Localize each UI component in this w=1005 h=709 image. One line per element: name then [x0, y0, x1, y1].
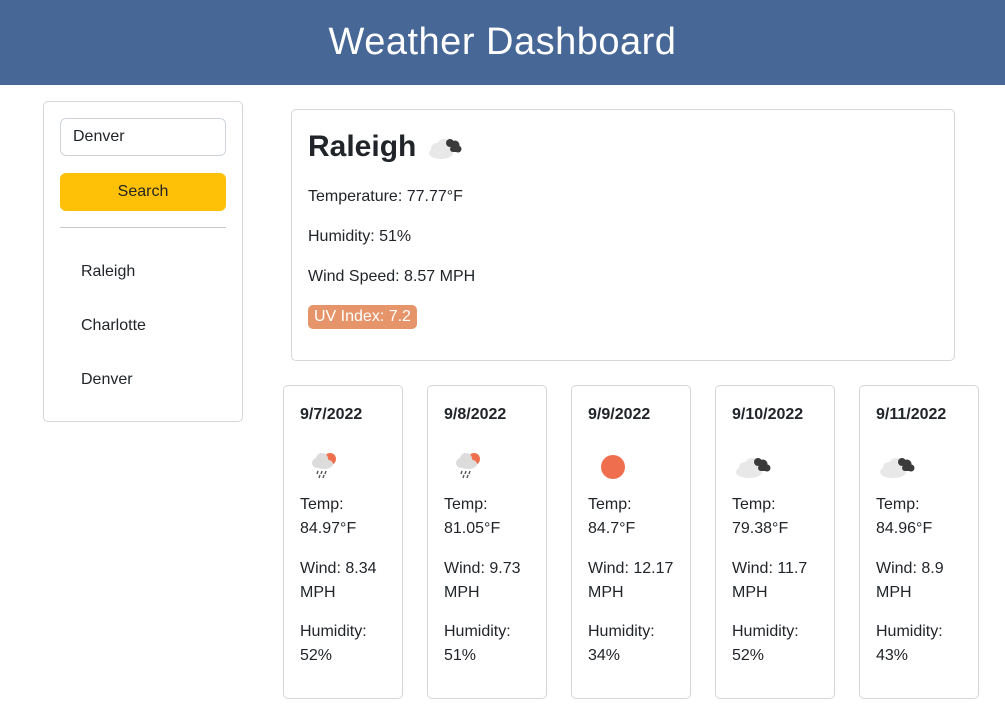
forecast-humidity-label: Humidity: [588, 623, 655, 640]
forecast-temp: 84.7°F [588, 520, 636, 537]
forecast-wind-unit: MPH [300, 584, 336, 601]
page-header: Weather Dashboard [0, 0, 1005, 85]
forecast-wind-unit: MPH [588, 584, 624, 601]
broken-clouds-icon [429, 139, 462, 159]
forecast-date: 9/7/2022 [300, 406, 363, 423]
search-history-list: Raleigh Charlotte Denver [44, 228, 242, 407]
search-panel: Search Raleigh Charlotte Denver [43, 101, 243, 422]
current-wind-speed: Wind Speed: 8.57 MPH [308, 268, 476, 285]
forecast-card: 9/7/2022 Temp: 84.97°F Wind: 8.34 MPH Hu… [283, 385, 403, 699]
search-button[interactable]: Search [60, 173, 226, 211]
forecast-temp-label: Temp: [444, 496, 488, 513]
forecast-temp: 81.05°F [444, 520, 501, 537]
forecast-temp: 84.97°F [300, 520, 357, 537]
forecast-wind: Wind: 12.17 [588, 560, 674, 577]
forecast-card: 9/11/2022 Temp: 84.96°F Wind: 8.9 MPH Hu… [859, 385, 979, 699]
page-title: Weather Dashboard [328, 21, 677, 63]
forecast-humidity: 52% [732, 647, 765, 664]
forecast-wind-unit: MPH [444, 584, 480, 601]
rain-sun-icon [456, 453, 480, 479]
forecast-humidity-label: Humidity: [300, 623, 367, 640]
forecast-wind: Wind: 8.34 [300, 560, 377, 577]
forecast-card: 9/10/2022 Temp: 79.38°F Wind: 11.7 MPH H… [715, 385, 835, 699]
forecast-wind-unit: MPH [732, 584, 768, 601]
history-item-denver[interactable]: Denver [44, 353, 242, 407]
current-city-name: Raleigh [308, 130, 417, 163]
forecast-humidity: 51% [444, 647, 477, 664]
forecast-temp-label: Temp: [300, 496, 344, 513]
forecast-temp-label: Temp: [588, 496, 632, 513]
uv-index-badge: UV Index: 7.2 [308, 305, 417, 329]
forecast-humidity: 52% [300, 647, 333, 664]
forecast-temp-label: Temp: [876, 496, 920, 513]
forecast-temp: 79.38°F [732, 520, 789, 537]
history-item-raleigh[interactable]: Raleigh [44, 245, 242, 299]
current-humidity: Humidity: 51% [308, 228, 412, 245]
broken-clouds-icon [736, 458, 771, 478]
forecast-temp-label: Temp: [732, 496, 776, 513]
forecast-date: 9/11/2022 [876, 406, 947, 423]
forecast-date: 9/8/2022 [444, 406, 507, 423]
city-search-input[interactable] [60, 118, 226, 156]
broken-clouds-icon [880, 458, 915, 478]
forecast-humidity-label: Humidity: [876, 623, 943, 640]
history-item-charlotte[interactable]: Charlotte [44, 299, 242, 353]
rain-sun-icon [312, 453, 336, 479]
forecast-humidity-label: Humidity: [732, 623, 799, 640]
sun-icon [601, 455, 625, 479]
forecast-wind: Wind: 8.9 [876, 560, 944, 577]
current-weather-card: Raleigh Temperature: 77.77°F Humidity: 5… [291, 109, 955, 361]
forecast-card: 9/8/2022 Temp: 81.05°F Wind: 9.73 MPH Hu… [427, 385, 547, 699]
forecast-date: 9/9/2022 [588, 406, 651, 423]
forecast-date: 9/10/2022 [732, 406, 804, 423]
forecast-wind-unit: MPH [876, 584, 912, 601]
current-temperature: Temperature: 77.77°F [308, 188, 463, 205]
forecast-humidity-label: Humidity: [444, 623, 511, 640]
forecast-wind: Wind: 11.7 [732, 560, 808, 577]
forecast-temp: 84.96°F [876, 520, 933, 537]
forecast-wind: Wind: 9.73 [444, 560, 521, 577]
forecast-humidity: 34% [588, 647, 621, 664]
forecast-humidity: 43% [876, 647, 909, 664]
forecast-card: 9/9/2022 Temp: 84.7°F Wind: 12.17 MPH Hu… [571, 385, 691, 699]
